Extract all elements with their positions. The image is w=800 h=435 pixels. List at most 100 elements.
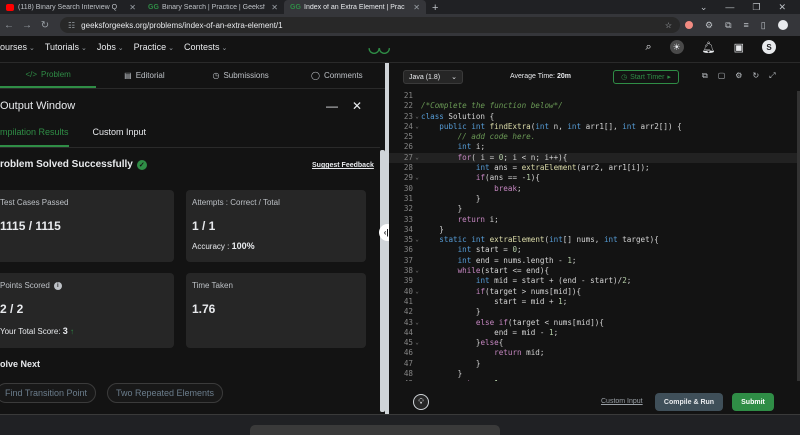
code-line[interactable]: 49 return -1; [389,379,800,381]
fold-marker-icon[interactable]: ⌄ [413,287,421,297]
compile-run-button[interactable]: Compile & Run [655,393,723,411]
minimize-icon[interactable]: — [725,2,734,12]
tab-submissions[interactable]: ◷Submissions [193,63,289,88]
code-line[interactable]: 48 } [389,369,800,379]
site-info-icon[interactable]: ☷ [68,21,75,30]
code-line[interactable]: 23⌄class Solution { [389,112,800,122]
fold-marker-icon[interactable]: ⌄ [413,122,421,132]
restore-icon[interactable]: ❐ [752,2,760,13]
browser-tab-2[interactable]: GG Binary Search | Practice | Geeksf ✕ [142,0,284,14]
copy-icon[interactable]: ⧉ [702,71,708,81]
code-line[interactable]: 22/*Complete the function below*/ [389,101,800,111]
close-icon[interactable]: ✕ [271,3,278,12]
fold-marker-icon[interactable]: ⌄ [413,153,421,163]
code-line[interactable]: 33 return i; [389,215,800,225]
messages-icon[interactable]: ▣ [734,41,744,54]
url-bar[interactable]: ☷ geeksforgeeks.org/problems/index-of-an… [60,17,680,33]
save-icon[interactable]: ▢ [718,71,726,81]
fold-marker-icon[interactable]: ⌄ [413,112,421,122]
suggest-feedback-link[interactable]: Suggest Feedback [312,162,374,169]
code-line[interactable]: 28 int ans = extraElement(arr2, arr1[i])… [389,163,800,173]
custom-input-link[interactable]: Custom Input [601,398,643,405]
tab-editorial[interactable]: ▤Editorial [96,63,192,88]
fullscreen-icon[interactable]: ⤢ [769,71,775,81]
minimize-icon[interactable]: — [326,99,338,113]
line-number: 41 [389,297,413,307]
tab-comments[interactable]: ◯Comments [289,63,385,88]
code-line[interactable]: 41 start = mid + 1; [389,297,800,307]
code-line[interactable]: 31 } [389,194,800,204]
bell-icon[interactable]: 🔔︎ [702,41,716,54]
menu-tutorials[interactable]: Tutorials [45,42,87,52]
tab-problem[interactable]: </>Problem [0,63,96,88]
code-line[interactable]: 39 int mid = start + (end - start)/2; [389,276,800,286]
code-line[interactable]: 37 int end = nums.length - 1; [389,256,800,266]
sidepanel-icon[interactable]: ▯ [761,20,766,31]
fold-marker-icon[interactable]: ⌄ [413,318,421,328]
code-line[interactable]: 29⌄ if(ans == -1){ [389,173,800,183]
puzzle-icon[interactable]: ⧉ [725,20,731,31]
code-line[interactable]: 24⌄ public int findExtra(int n, int arr1… [389,122,800,132]
code-line[interactable]: 44 end = mid - 1; [389,328,800,338]
profile-avatar[interactable] [778,20,788,30]
code-line[interactable]: 26 int i; [389,142,800,152]
reset-icon[interactable]: ↻ [752,71,759,81]
code-line[interactable]: 47 } [389,359,800,369]
fold-marker-icon[interactable]: ⌄ [413,266,421,276]
submit-button[interactable]: Submit [732,393,774,411]
tab-custom-input[interactable]: Custom Input [93,127,147,147]
code-line[interactable]: 32 } [389,204,800,214]
theme-toggle-icon[interactable]: ☀ [670,40,684,54]
tab-compilation-results[interactable]: mpilation Results [0,127,69,147]
close-window-icon[interactable]: ✕ [778,2,786,13]
search-icon[interactable]: ⌕ [645,41,651,54]
language-select[interactable]: Java (1.8) [403,70,463,84]
code-line[interactable]: 30 break; [389,184,800,194]
code-line[interactable]: 25 // add code here. [389,132,800,142]
user-avatar[interactable]: S [762,40,776,54]
code-line[interactable]: 35⌄ static int extraElement(int[] nums, … [389,235,800,245]
lightbulb-icon[interactable]: 💡︎ [413,394,429,410]
bookmark-star-icon[interactable]: ☆ [665,21,672,30]
reload-icon[interactable]: ↻ [36,20,54,31]
fold-marker-icon[interactable]: ⌄ [413,173,421,183]
code-line[interactable]: 34 } [389,225,800,235]
chevron-down-icon[interactable]: ⌄ [700,2,708,13]
code-line[interactable]: 40⌄ if(target > nums[mid]){ [389,287,800,297]
start-timer-button[interactable]: ◷Start Timer▸ [613,70,679,84]
menu-jobs[interactable]: Jobs [97,42,124,52]
info-icon[interactable]: i [54,282,62,290]
code-line[interactable]: 21 [389,91,800,101]
extension-icon[interactable] [685,21,693,29]
browser-tab-1[interactable]: (118) Binary Search Interview Q ✕ [0,0,142,14]
back-icon[interactable]: ← [0,20,18,31]
extension-icon[interactable]: ⚙ [705,20,713,31]
menu-contests[interactable]: Contests [184,42,227,52]
menu-courses[interactable]: ourses [0,42,35,52]
next-problem-pill[interactable]: Find Transition Point [0,383,96,403]
fold-marker-icon[interactable]: ⌄ [413,338,421,348]
code-line[interactable]: 36 int start = 0; [389,245,800,255]
media-icon[interactable]: ≡ [744,20,749,30]
browser-tab-3[interactable]: GG Index of an Extra Element | Prac ✕ [284,0,426,14]
new-tab-button[interactable]: + [426,2,444,14]
fold-marker-icon [413,225,421,235]
close-icon[interactable]: ✕ [129,3,136,12]
code-line[interactable]: 27⌄ for( i = 0; i < n; i++){ [389,153,800,163]
fold-marker-icon[interactable]: ⌄ [413,235,421,245]
forward-icon[interactable]: → [18,20,36,31]
code-line[interactable]: 43⌄ else if(target < nums[mid]){ [389,318,800,328]
code-line[interactable]: 38⌄ while(start <= end){ [389,266,800,276]
fold-marker-icon [413,359,421,369]
next-problem-pill[interactable]: Two Repeated Elements [107,383,223,403]
code-line[interactable]: 42 } [389,307,800,317]
close-icon[interactable]: ✕ [413,3,420,12]
code-editor[interactable]: 2122/*Complete the function below*/23⌄cl… [389,91,800,381]
code-line[interactable]: 46 return mid; [389,348,800,358]
menu-practice[interactable]: Practice [134,42,174,52]
settings-icon[interactable]: ⚙ [735,71,742,81]
gfg-logo[interactable]: ◡◡ [368,41,408,53]
close-icon[interactable]: ✕ [352,99,362,113]
code-line[interactable]: 45⌄ }else{ [389,338,800,348]
document-icon: ▤ [124,71,132,80]
